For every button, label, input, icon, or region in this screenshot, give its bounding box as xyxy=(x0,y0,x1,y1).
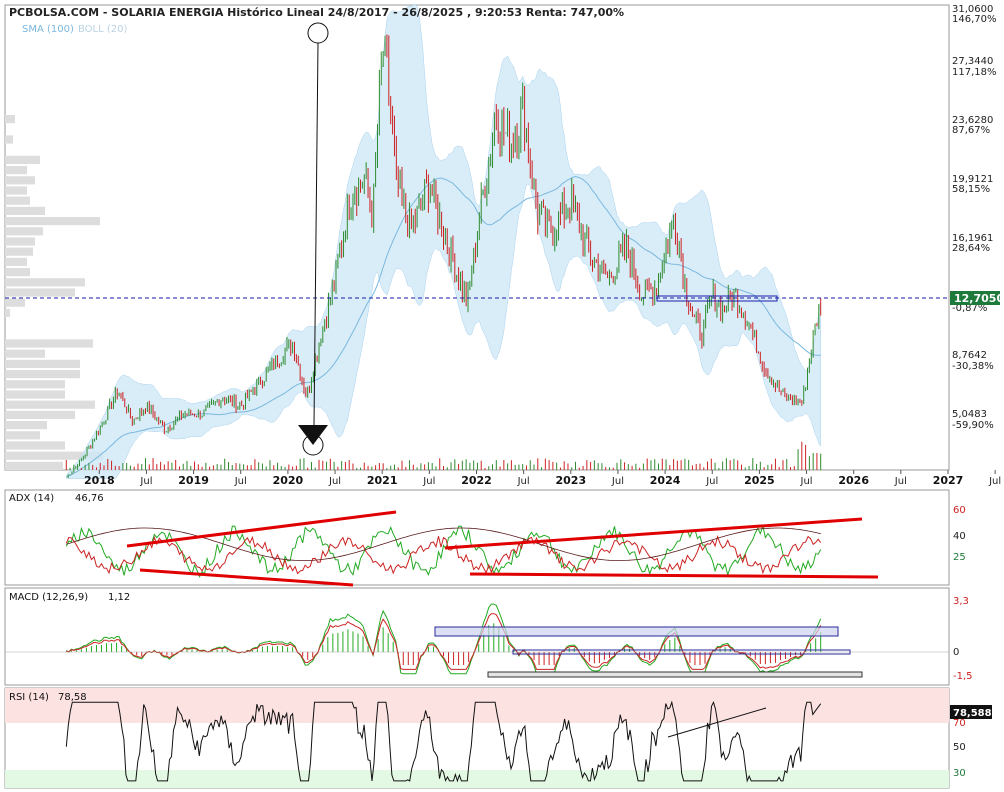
adx-tick-label: 25 xyxy=(953,552,966,563)
macd-label: MACD (12,26,9) xyxy=(9,592,88,603)
volume-profile-bar xyxy=(5,370,80,379)
macd-tick-label: 3,3 xyxy=(953,596,969,607)
macd-tick-label: -1,5 xyxy=(953,671,973,682)
rsi-value: 78,58 xyxy=(58,692,87,703)
x-tick-label: 2022 xyxy=(461,474,492,487)
volume-profile-bar xyxy=(5,196,30,205)
volume-profile-bar xyxy=(5,166,27,175)
x-tick-label: Jul xyxy=(611,476,624,487)
x-tick-label: 2027 xyxy=(933,474,964,487)
legend-sma: SMA (100) xyxy=(22,24,74,35)
x-tick-label: 2021 xyxy=(367,474,398,487)
volume-profile-bar xyxy=(5,186,27,195)
volume-profile-bar xyxy=(5,390,65,399)
x-tick-label: Jul xyxy=(705,476,718,487)
x-tick-label: Jul xyxy=(234,476,247,487)
volume-profile-bar xyxy=(5,135,13,144)
macd-box-upper xyxy=(434,626,839,637)
pct-tick-label: 117,18% xyxy=(952,67,997,78)
rsi-tick-label: 30 xyxy=(953,768,966,779)
adx-value: 46,76 xyxy=(75,493,104,504)
volume-profile-bar xyxy=(5,421,47,430)
price-axis: 31,0600 146,70% 27,3440 117,18% 23,6280 … xyxy=(952,4,997,431)
price-tick-label: 5,0483 xyxy=(952,409,987,420)
volume-profile-bar xyxy=(5,298,25,307)
volume-profile-bar xyxy=(5,308,10,317)
volume-profile-bar xyxy=(5,359,80,368)
rsi-tick-label: 50 xyxy=(953,742,966,753)
chart-canvas: PCBOLSA.COM - SOLARIA ENERGIA Histórico … xyxy=(4,3,1004,789)
volume-profile-bar xyxy=(5,400,95,409)
volume-profile-bar xyxy=(5,339,93,348)
x-tick-label: 2020 xyxy=(273,474,304,487)
x-tick-label: 2023 xyxy=(555,474,586,487)
pct-tick-label: 146,70% xyxy=(952,14,997,25)
pct-tick-label: -30,38% xyxy=(952,361,994,372)
price-tick-label: 8,7642 xyxy=(952,350,987,361)
volume-profile-bar xyxy=(5,206,45,215)
volume-profile-bar xyxy=(5,288,75,297)
adx-tick-label: 40 xyxy=(953,531,966,542)
pct-tick-label: 58,15% xyxy=(952,184,990,195)
x-tick-label: Jul xyxy=(800,476,813,487)
rsi-tick-label: 70 xyxy=(953,718,966,729)
x-tick-label: Jul xyxy=(422,476,435,487)
volume-profile-bar xyxy=(5,176,35,185)
volume-profile-bar xyxy=(5,461,63,470)
chart-title: PCBOLSA.COM - SOLARIA ENERGIA Histórico … xyxy=(9,6,624,19)
current-price-label: 12,7050 xyxy=(954,292,1004,305)
volume-profile-bar xyxy=(5,410,75,419)
x-tick-label: Jul xyxy=(988,476,1001,487)
x-tick-label: Jul xyxy=(139,476,152,487)
legend-boll: BOLL (20) xyxy=(78,24,128,35)
volume-profile-bar xyxy=(5,247,33,256)
adx-label: ADX (14) xyxy=(9,493,54,504)
pct-tick-label: 28,64% xyxy=(952,243,990,254)
volume-profile-bar xyxy=(5,155,40,164)
x-tick-label: 2024 xyxy=(650,474,681,487)
macd-box-lower xyxy=(487,671,863,678)
volume-profile-bar xyxy=(5,257,27,266)
volume-profile-bar xyxy=(5,217,100,226)
rsi-oversold-zone xyxy=(5,770,949,788)
x-tick-label: Jul xyxy=(328,476,341,487)
x-tick-label: 2019 xyxy=(178,474,209,487)
volume-profile-bar xyxy=(5,380,65,389)
rsi-label: RSI (14) xyxy=(9,692,49,703)
macd-value: 1,12 xyxy=(108,592,130,603)
volume-profile-bar xyxy=(5,268,30,277)
pct-tick-label: 87,67% xyxy=(952,125,990,136)
x-tick-label: 2026 xyxy=(838,474,869,487)
pct-tick-label: -59,90% xyxy=(952,420,994,431)
volume-profile-bar xyxy=(5,349,45,358)
volume-profile-bar xyxy=(5,441,65,450)
volume-profile-bar xyxy=(5,227,43,236)
x-tick-label: Jul xyxy=(517,476,530,487)
price-tick-label: 27,3440 xyxy=(952,56,993,67)
macd-tick-label: 0 xyxy=(953,647,959,658)
time-axis: 2018 Jul 2019 Jul 2020 Jul 2021 Jul 2022 Jul 2023 J… xyxy=(84,470,1001,487)
volume-profile-bar xyxy=(5,115,15,124)
volume-profile-bar xyxy=(5,278,85,287)
adx-tick-label: 60 xyxy=(953,505,966,516)
x-tick-label: Jul xyxy=(894,476,907,487)
x-tick-label: 2025 xyxy=(744,474,775,487)
volume-profile-bar xyxy=(5,431,40,440)
volume-profile-bar xyxy=(5,237,35,246)
x-tick-label: 2018 xyxy=(84,474,115,487)
